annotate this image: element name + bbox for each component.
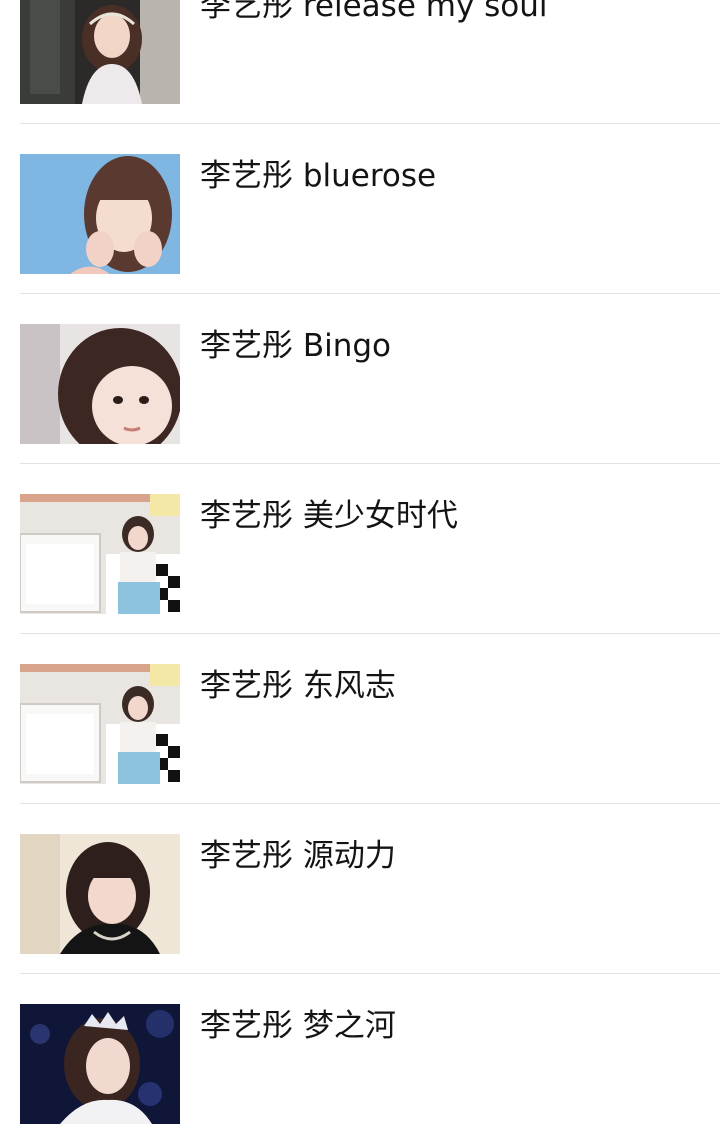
list-item[interactable]: 李艺彤 源动力 [0,804,720,974]
list-item[interactable]: 李艺彤 Bingo [0,294,720,464]
song-title: 李艺彤 release my soul [200,0,548,24]
thumbnail-image [20,834,180,954]
photo-icon [20,664,180,784]
thumbnail-image [20,154,180,274]
photo-icon [20,494,180,614]
song-title: 李艺彤 东风志 [200,668,396,704]
song-title: 李艺彤 梦之河 [200,1008,396,1044]
thumbnail-image [20,664,180,784]
photo-icon [20,0,180,104]
song-title: 李艺彤 美少女时代 [200,498,458,534]
thumbnail-image [20,324,180,444]
song-title: 李艺彤 源动力 [200,838,396,874]
song-list: 李艺彤 release my soul 李艺彤 bluerose 李艺彤 Bin… [0,0,720,1143]
song-title: 李艺彤 bluerose [200,158,437,194]
list-item[interactable]: 李艺彤 bluerose [0,124,720,294]
list-item[interactable]: 李艺彤 梦之河 [0,974,720,1143]
list-item[interactable]: 李艺彤 东风志 [0,634,720,804]
photo-icon [20,1004,180,1124]
photo-icon [20,154,180,274]
photo-icon [20,324,180,444]
photo-icon [20,834,180,954]
list-item[interactable]: 李艺彤 美少女时代 [0,464,720,634]
thumbnail-image [20,1004,180,1124]
list-item[interactable]: 李艺彤 release my soul [0,0,720,124]
song-title: 李艺彤 Bingo [200,328,392,364]
thumbnail-image [20,0,180,104]
thumbnail-image [20,494,180,614]
